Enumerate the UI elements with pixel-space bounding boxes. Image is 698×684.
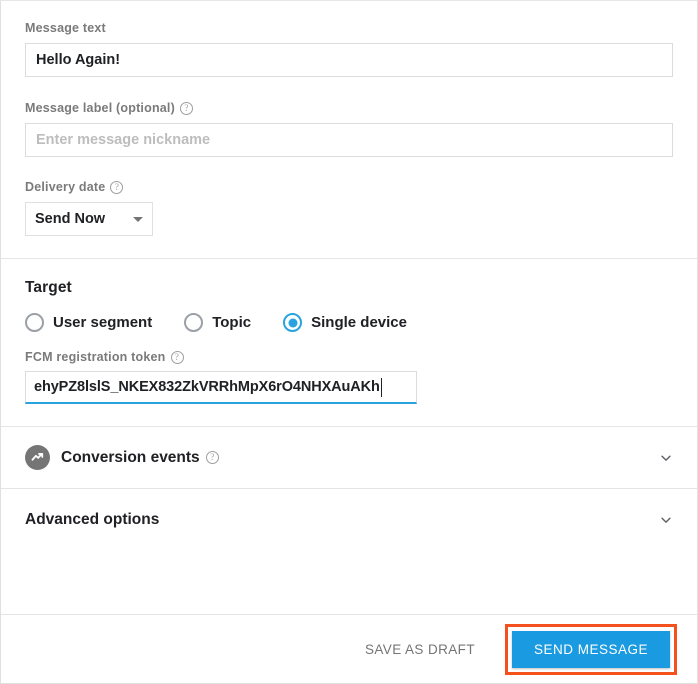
chevron-down-icon[interactable] [659,451,673,465]
advanced-options-title: Advanced options [25,511,159,529]
fcm-token-field-group: FCM registration token ? ehyPZ8lslS_NKEX… [25,350,673,404]
radio-single-device[interactable]: Single device [283,313,407,332]
delivery-date-select[interactable]: Send Now [25,202,153,236]
delivery-date-label-text: Delivery date [25,180,105,194]
message-text-label-text: Message text [25,21,106,35]
target-section: Target User segment Topic Single device … [1,259,697,426]
advanced-options-header: Advanced options [25,511,659,529]
message-label-label-text: Message label (optional) [25,101,175,115]
help-circle-icon[interactable]: ? [206,451,219,464]
radio-single-device-mark[interactable] [283,313,302,332]
conversion-events-header: Conversion events ? [25,445,659,470]
message-label-field-group: Message label (optional) ? [1,77,697,157]
fcm-token-label-text: FCM registration token [25,350,166,364]
delivery-date-field-group: Delivery date ? Send Now [1,157,697,258]
send-message-button[interactable]: SEND MESSAGE [512,631,670,668]
radio-user-segment-mark[interactable] [25,313,44,332]
help-circle-icon[interactable]: ? [180,102,193,115]
message-text-label: Message text [25,21,673,35]
message-label-input[interactable] [25,123,673,157]
conversion-events-row[interactable]: Conversion events ? [1,427,697,488]
target-radio-group: User segment Topic Single device [25,313,673,332]
fcm-token-input[interactable]: ehyPZ8lslS_NKEX832ZkVRRhMpX6rO4NHXAuAKh [25,371,417,404]
advanced-options-row[interactable]: Advanced options [1,489,697,550]
radio-topic-label: Topic [212,314,251,331]
conversion-events-title: Conversion events [61,449,200,467]
advanced-options-title-wrap: Advanced options [25,511,159,529]
fcm-token-value: ehyPZ8lslS_NKEX832ZkVRRhMpX6rO4NHXAuAKh [34,379,380,395]
radio-user-segment-label: User segment [53,314,152,331]
save-as-draft-button[interactable]: SAVE AS DRAFT [351,632,489,667]
chevron-down-icon[interactable] [659,513,673,527]
delivery-date-selected-value: Send Now [35,211,127,227]
text-cursor [381,378,382,397]
radio-user-segment[interactable]: User segment [25,313,152,332]
radio-topic-mark[interactable] [184,313,203,332]
conversion-events-title-wrap: Conversion events ? [61,449,219,467]
analytics-trending-up-icon [25,445,50,470]
message-text-input[interactable] [25,43,673,77]
help-circle-icon[interactable]: ? [110,181,123,194]
radio-single-device-label: Single device [311,314,407,331]
caret-down-icon [133,217,143,222]
message-text-field-group: Message text [1,1,697,77]
compose-notification-card: Message text Message label (optional) ? … [0,0,698,684]
message-label-label: Message label (optional) ? [25,101,673,115]
radio-topic[interactable]: Topic [184,313,251,332]
form-footer: SAVE AS DRAFT SEND MESSAGE [1,615,697,683]
delivery-date-label: Delivery date ? [25,180,673,194]
fcm-token-label: FCM registration token ? [25,350,673,364]
send-message-highlight: SEND MESSAGE [505,624,677,675]
help-circle-icon[interactable]: ? [171,351,184,364]
target-title: Target [25,279,673,297]
